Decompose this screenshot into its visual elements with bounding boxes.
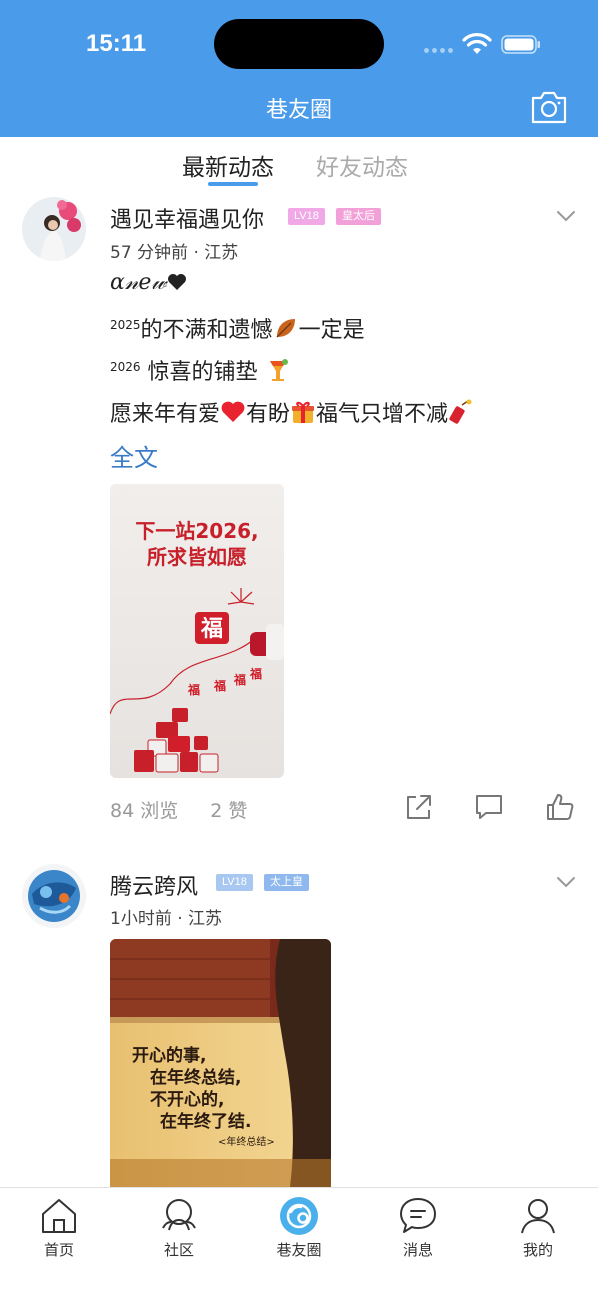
post-username[interactable]: 遇见幸福遇见你: [110, 202, 264, 234]
home-icon: [42, 1199, 76, 1233]
level-badge: LV18: [216, 874, 253, 891]
status-time: 15:11: [86, 30, 147, 57]
post-text: ɑ𝓃𝑒𝓌: [110, 270, 167, 295]
tab-latest[interactable]: 最新动态: [182, 148, 274, 182]
heart-icon: [167, 274, 186, 290]
tab-friends[interactable]: 好友动态: [316, 148, 408, 182]
bottom-navigation: 首页 社区 巷友圈 消息 我的: [0, 1187, 598, 1300]
image-subtitle: 所求皆如愿: [147, 545, 247, 569]
tab-indicator: [208, 182, 258, 186]
nav-home[interactable]: 首页: [19, 1196, 99, 1266]
nav-label: 消息: [402, 1241, 433, 1259]
year-sup: 2025: [110, 318, 141, 332]
post-stats: 84 浏览 2 赞: [110, 796, 273, 823]
title-badge: 太上皇: [264, 874, 309, 891]
share-icon[interactable]: [404, 792, 434, 822]
red-heart-icon: [221, 401, 245, 422]
post-text: 一定是: [298, 318, 365, 343]
top-header: 15:11 巷友圈: [0, 0, 598, 137]
wifi-icon: [462, 33, 492, 54]
svg-text:福: 福: [187, 682, 200, 697]
image-caption: <年终总结>: [218, 1135, 275, 1148]
post-text-line: ɑ𝓃𝑒𝓌: [110, 270, 187, 295]
title-badge: 皇太后: [336, 208, 381, 225]
thumbs-up-icon[interactable]: [545, 792, 575, 822]
post-text-line: 愿来年有爱 有盼 福气只增不减: [110, 396, 474, 428]
image-text: 在年终了结.: [160, 1111, 251, 1132]
fu-character: 福: [200, 617, 223, 642]
chevron-down-icon[interactable]: [556, 876, 576, 888]
tropical-drink-icon: [269, 359, 288, 381]
post-text-line: 2025的不满和遗憾 一定是: [110, 312, 365, 344]
feed-tabs: 最新动态 好友动态: [0, 148, 598, 188]
image-text: 不开心的,: [150, 1089, 224, 1110]
community-icon: [162, 1199, 196, 1231]
post-meta: 57 分钟前 · 江苏: [110, 243, 239, 263]
view-count: 84 浏览: [110, 800, 179, 822]
chevron-down-icon[interactable]: [556, 210, 576, 222]
nav-profile[interactable]: 我的: [498, 1196, 578, 1266]
image-title: 下一站2026,: [135, 519, 258, 543]
year-sup: 2026: [110, 360, 141, 374]
nav-label: 我的: [522, 1241, 553, 1259]
avatar[interactable]: [22, 197, 86, 261]
post-meta: 1小时前 · 江苏: [110, 909, 223, 929]
image-text: 在年终总结,: [150, 1067, 241, 1088]
comment-icon[interactable]: [474, 792, 504, 822]
post-image[interactable]: 开心的事, 在年终总结, 不开心的, 在年终了结. <年终总结>: [110, 939, 331, 1187]
like-count: 2 赞: [210, 800, 248, 822]
avatar[interactable]: [22, 864, 86, 928]
nav-moments[interactable]: 巷友圈: [259, 1196, 339, 1266]
cellular-signal-icon: [424, 46, 454, 54]
level-badge: LV18: [288, 208, 325, 225]
message-icon: [400, 1198, 436, 1233]
moments-icon: [280, 1197, 318, 1235]
camera-icon[interactable]: [530, 88, 568, 126]
post-text: 愿来年有爱: [110, 402, 221, 427]
post-text: 惊喜的铺垫: [140, 360, 265, 385]
svg-text:福: 福: [233, 672, 246, 687]
firecracker-icon: [449, 399, 472, 424]
dynamic-island: [214, 19, 384, 69]
post-text-line: 2026 惊喜的铺垫: [110, 354, 291, 386]
nav-label: 首页: [43, 1241, 74, 1259]
svg-text:福: 福: [213, 678, 226, 693]
nav-label: 巷友圈: [276, 1241, 322, 1259]
image-text: 开心的事,: [132, 1045, 206, 1066]
full-text-link[interactable]: 全文: [110, 438, 158, 473]
page-title: 巷友圈: [265, 98, 332, 123]
fallen-leaf-icon: [276, 319, 295, 338]
battery-icon: [501, 35, 540, 54]
svg-text:福: 福: [249, 666, 262, 681]
post-image[interactable]: 下一站2026, 所求皆如愿 福 福福福福: [110, 484, 284, 778]
post-text: 福气只增不减: [316, 402, 449, 427]
gift-icon: [292, 401, 315, 423]
post-text: 的不满和遗憾: [140, 318, 273, 343]
post-text: 有盼: [246, 402, 291, 427]
nav-messages[interactable]: 消息: [378, 1196, 458, 1266]
profile-icon: [521, 1199, 555, 1234]
nav-community[interactable]: 社区: [139, 1196, 219, 1266]
nav-label: 社区: [163, 1241, 194, 1259]
post-username[interactable]: 腾云跨风: [110, 869, 198, 901]
